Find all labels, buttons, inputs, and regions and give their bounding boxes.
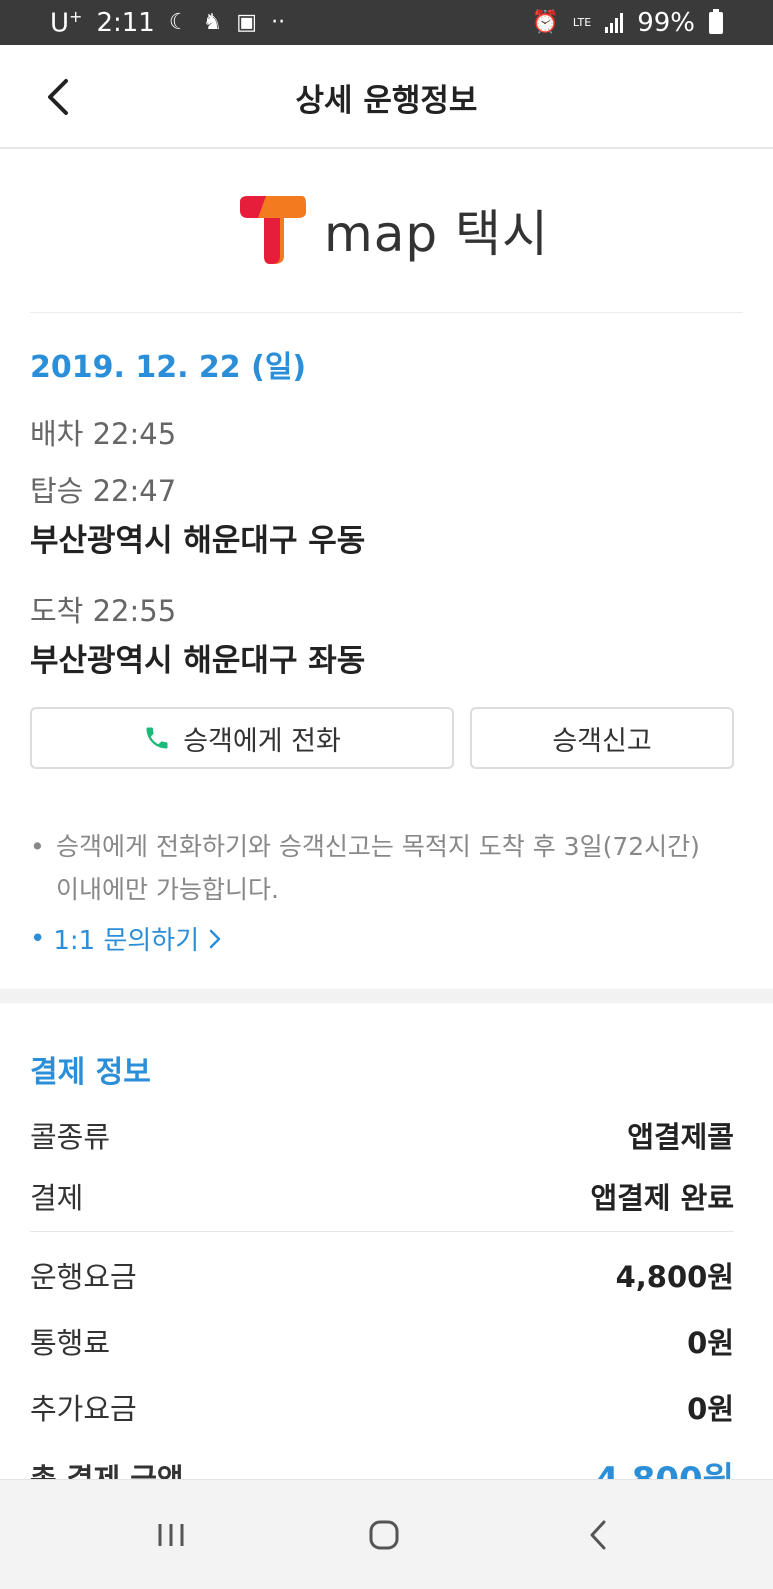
note-bullet: • (30, 832, 45, 861)
tmap-taxi-logo: map 택시 (236, 192, 549, 268)
alarm-icon: ⏰ (531, 9, 559, 35)
recent-apps-icon (158, 1524, 184, 1546)
call-type-label: 콜종류 (30, 1120, 111, 1154)
fare-row: 운행요금 4,800원 (30, 1254, 734, 1296)
extra-fee-value: 0원 (687, 1392, 734, 1426)
pickup-place: 부산광역시 해운대구 우동 (30, 523, 366, 559)
payment-divider (30, 1231, 734, 1232)
payment-status-row: 결제 앱결제 완료 (30, 1175, 734, 1217)
status-bar-left: U+ 2:11 ☾ ♞ ▣ ·· (50, 7, 285, 39)
payment-section-title: 결제 정보 (30, 1055, 151, 1090)
arrival-place: 부산광역시 해운대구 좌동 (30, 643, 366, 679)
signal-icon (605, 12, 624, 33)
tmap-logo-icon (240, 196, 306, 264)
inquiry-bullet: • (30, 923, 46, 954)
carrier-label: U+ (50, 6, 83, 39)
battery-percent: 99% (637, 7, 695, 38)
moon-icon: ☾ (168, 9, 189, 35)
inquiry-label: 1:1 문의하기 (53, 926, 200, 956)
system-back-button[interactable] (574, 1510, 624, 1560)
map-notification-icon: ▣ (236, 9, 258, 35)
call-passenger-button[interactable]: 승객에게 전화 (30, 707, 454, 769)
home-button[interactable] (359, 1510, 409, 1560)
phone-icon (146, 727, 168, 749)
home-icon (369, 1520, 399, 1550)
lte-indicator: LTE (572, 15, 592, 29)
note-body: 승객에게 전화하기와 승객신고는 목적지 도착 후 3일(72시간) 이내에만 … (56, 832, 700, 904)
fare-value: 4,800원 (615, 1260, 734, 1294)
status-bar-right: ⏰ LTE 99% (531, 7, 723, 38)
status-bar: U+ 2:11 ☾ ♞ ▣ ·· ⏰ LTE 99% (0, 0, 773, 45)
section-divider (0, 989, 773, 1003)
notification-icon: ♞ (202, 9, 223, 35)
trip-date: 2019. 12. 22 (일) (30, 350, 307, 385)
call-type-row: 콜종류 앱결제콜 (30, 1114, 734, 1156)
extra-fee-row: 추가요금 0원 (30, 1386, 734, 1428)
report-passenger-button[interactable]: 승객신고 (470, 707, 734, 769)
app-bar: 상세 운행정보 (0, 45, 773, 149)
logo-text: map 택시 (324, 205, 549, 263)
arrival-time: 도착 22:55 (30, 594, 177, 628)
page-title: 상세 운행정보 (295, 83, 478, 119)
toll-value: 0원 (687, 1326, 734, 1360)
brand-section: map 택시 (30, 150, 743, 313)
clock: 2:11 (96, 7, 155, 38)
notice-text: • 승객에게 전화하기와 승객신고는 목적지 도착 후 3일(72시간) 이내에… (30, 825, 730, 911)
battery-icon (709, 8, 723, 34)
recent-apps-button[interactable] (146, 1510, 196, 1560)
nav-back-icon (590, 1520, 606, 1550)
inquiry-link[interactable]: • 1:1 문의하기 (30, 920, 223, 957)
call-passenger-label: 승객에게 전화 (183, 725, 341, 757)
carrier-plus: + (69, 6, 83, 26)
dispatch-time: 배차 22:45 (30, 417, 177, 451)
extra-fee-label: 추가요금 (30, 1392, 137, 1426)
chevron-right-icon (209, 929, 221, 948)
more-notifications-icon: ·· (271, 9, 286, 35)
call-type-value: 앱결제콜 (627, 1120, 734, 1154)
toll-label: 통행료 (30, 1326, 111, 1360)
pickup-time: 탑승 22:47 (30, 474, 177, 508)
toll-row: 통행료 0원 (30, 1320, 734, 1362)
system-nav-bar (0, 1479, 773, 1589)
report-passenger-label: 승객신고 (552, 725, 652, 757)
fare-label: 운행요금 (30, 1260, 137, 1294)
payment-value: 앱결제 완료 (590, 1181, 735, 1215)
payment-label: 결제 (30, 1181, 84, 1215)
